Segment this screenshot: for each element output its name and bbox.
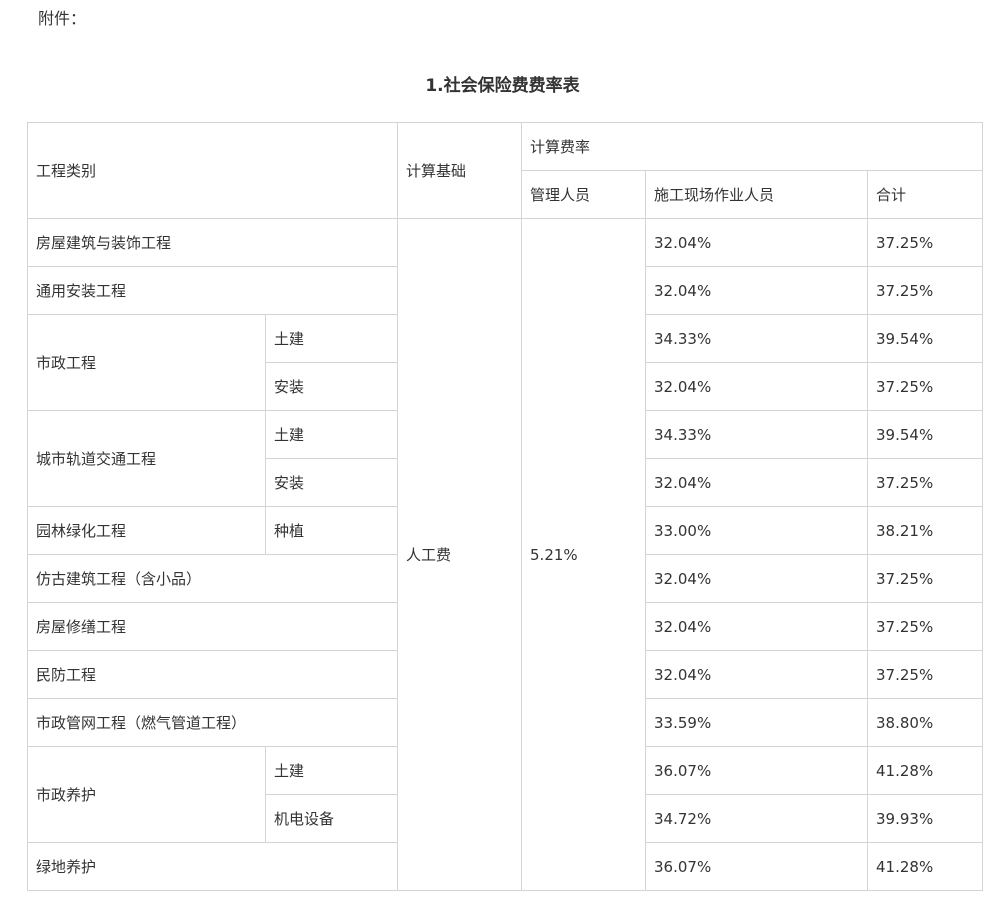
total-rate-cell: 37.25% bbox=[867, 266, 984, 315]
category-cell: 市政养护 bbox=[27, 746, 266, 843]
worker-rate-cell: 36.07% bbox=[645, 746, 869, 795]
subcategory-cell: 安装 bbox=[264, 362, 399, 411]
worker-rate-cell: 32.04% bbox=[645, 266, 869, 315]
total-rate-cell: 41.28% bbox=[867, 842, 984, 891]
category-cell: 市政管网工程（燃气管道工程） bbox=[26, 698, 399, 747]
total-rate-cell: 38.80% bbox=[867, 698, 984, 747]
category-cell: 通用安装工程 bbox=[26, 266, 399, 315]
header-manager: 管理人员 bbox=[521, 170, 647, 219]
total-rate-cell: 37.25% bbox=[867, 362, 984, 411]
total-rate-cell: 41.28% bbox=[867, 746, 984, 795]
worker-rate-cell: 33.00% bbox=[645, 506, 869, 555]
worker-rate-cell: 32.04% bbox=[645, 650, 869, 699]
category-cell: 房屋建筑与装饰工程 bbox=[26, 218, 399, 267]
category-cell: 民防工程 bbox=[26, 650, 399, 699]
manager-rate-cell: 5.21% bbox=[521, 218, 647, 891]
header-row: 工程类别 计算基础 计算费率 bbox=[26, 122, 984, 219]
category-cell: 仿古建筑工程（含小品） bbox=[26, 554, 399, 603]
worker-rate-cell: 36.07% bbox=[645, 842, 869, 891]
subcategory-cell: 土建 bbox=[264, 746, 399, 795]
subcategory-cell: 机电设备 bbox=[264, 794, 399, 843]
total-rate-cell: 39.54% bbox=[867, 410, 984, 459]
worker-rate-cell: 34.33% bbox=[645, 410, 869, 459]
worker-rate-cell: 33.59% bbox=[645, 698, 869, 747]
category-cell: 房屋修缮工程 bbox=[26, 602, 399, 651]
header-category: 工程类别 bbox=[26, 122, 399, 219]
table-row: 房屋建筑与装饰工程 人工费 5.21% 32.04% 37.25% bbox=[26, 218, 984, 891]
attachment-label: 附件： bbox=[38, 9, 87, 28]
subcategory-cell: 安装 bbox=[264, 458, 399, 507]
category-cell: 绿地养护 bbox=[26, 842, 399, 891]
total-rate-cell: 37.25% bbox=[867, 602, 984, 651]
worker-rate-cell: 32.04% bbox=[645, 218, 869, 267]
table-title: 1.社会保险费费率表 bbox=[425, 76, 580, 96]
worker-rate-cell: 32.04% bbox=[645, 458, 869, 507]
total-rate-cell: 39.93% bbox=[867, 794, 984, 843]
header-worker: 施工现场作业人员 bbox=[645, 170, 869, 219]
total-rate-cell: 37.25% bbox=[867, 554, 984, 603]
total-rate-cell: 37.25% bbox=[867, 458, 984, 507]
total-rate-cell: 39.54% bbox=[867, 314, 984, 363]
subcategory-cell: 土建 bbox=[264, 314, 399, 363]
worker-rate-cell: 34.72% bbox=[645, 794, 869, 843]
category-cell: 城市轨道交通工程 bbox=[27, 410, 266, 507]
header-rate: 计算费率 bbox=[521, 122, 984, 171]
worker-rate-cell: 34.33% bbox=[645, 314, 869, 363]
subcategory-cell: 种植 bbox=[264, 506, 399, 555]
header-total: 合计 bbox=[867, 170, 984, 219]
category-cell: 市政工程 bbox=[27, 314, 266, 411]
subcategory-cell: 土建 bbox=[264, 410, 399, 459]
total-rate-cell: 37.25% bbox=[867, 650, 984, 699]
total-rate-cell: 38.21% bbox=[867, 506, 984, 555]
header-basis: 计算基础 bbox=[397, 122, 523, 219]
category-cell: 园林绿化工程 bbox=[27, 506, 266, 555]
total-rate-cell: 37.25% bbox=[867, 218, 984, 267]
basis-cell: 人工费 bbox=[397, 218, 523, 891]
social-insurance-rate-table: 工程类别 计算基础 计算费率 管理人员 施工现场作业人员 合计 房屋建筑与装饰工… bbox=[26, 122, 984, 891]
worker-rate-cell: 32.04% bbox=[645, 602, 869, 651]
worker-rate-cell: 32.04% bbox=[645, 554, 869, 603]
worker-rate-cell: 32.04% bbox=[645, 362, 869, 411]
